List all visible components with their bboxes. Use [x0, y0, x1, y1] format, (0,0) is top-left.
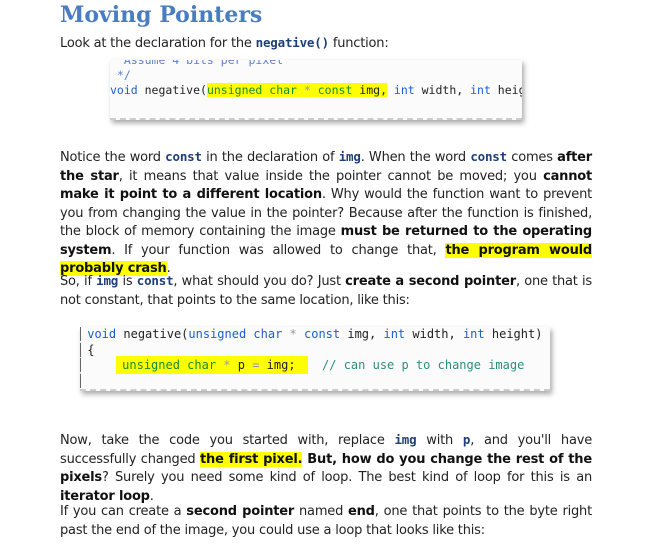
page: Moving Pointers Look at the declaration … [0, 0, 665, 552]
paragraph-first-pixel: Now, take the code you started with, rep… [60, 432, 592, 504]
code-snippet-second-pointer: ▏void negative(unsigned char * const img… [80, 327, 550, 391]
paragraph-second-pointer: So, if img is const, what should you do?… [60, 273, 593, 308]
paragraph-const-explanation: Notice the word const in the declaration… [60, 149, 593, 276]
highlighted-param: unsigned char * const img, [206, 83, 387, 97]
highlighted-line: unsigned char * p = img; [116, 356, 308, 374]
code-snippet-declaration: Assume 4 bits per pixel */void negative(… [110, 60, 522, 120]
paragraph-end-pointer: If you can create a second pointer named… [60, 504, 592, 538]
page-title: Moving Pointers [60, 2, 263, 28]
intro-paragraph: Look at the declaration for the negative… [60, 35, 389, 51]
